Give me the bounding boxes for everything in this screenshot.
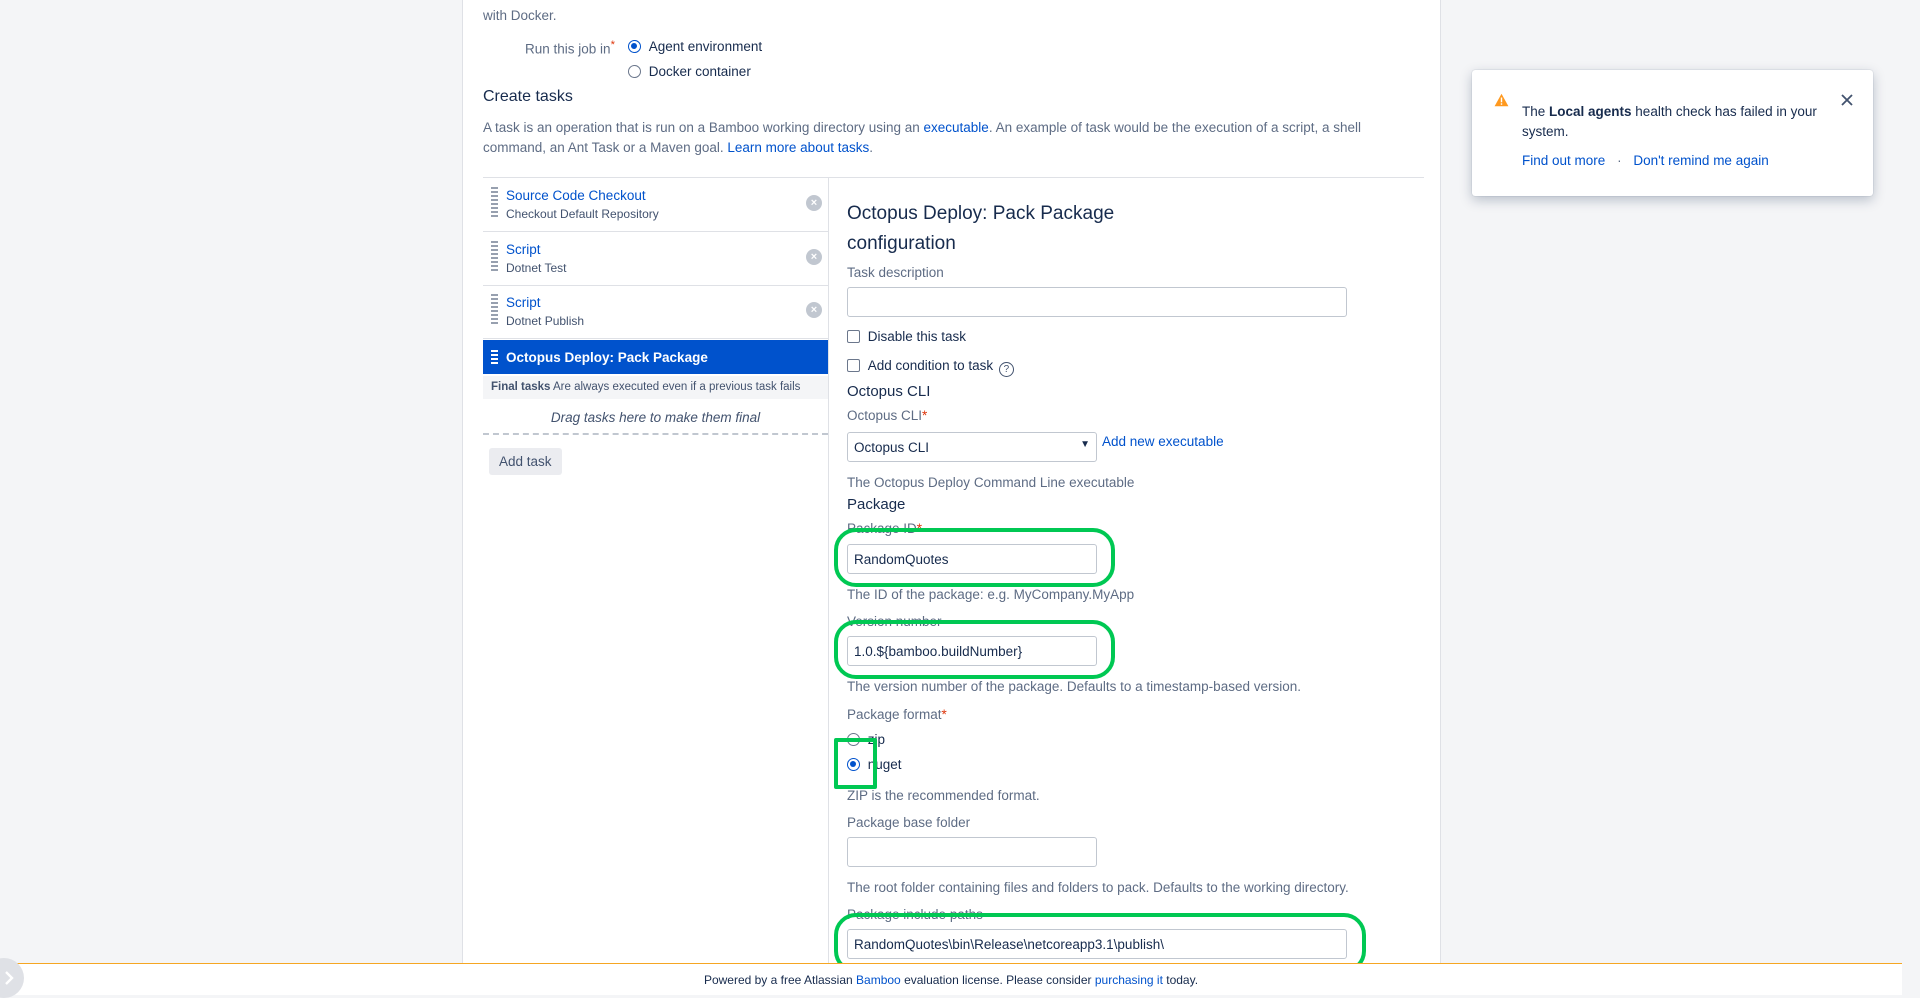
health-check-toast: The Local agents health check has failed… [1472, 70, 1873, 196]
disable-task-label: Disable this task [867, 329, 967, 344]
octopus-cli-label-text: Octopus CLI [847, 408, 923, 423]
toast-text-pre: The [1522, 104, 1550, 119]
chevron-right-icon [5, 971, 14, 985]
docker-note: with Docker. [483, 8, 557, 23]
task-item-script-dotnet-test[interactable]: Script Dotnet Test × [483, 233, 828, 286]
task-subtitle: Dotnet Publish [506, 314, 585, 328]
radio-agent-environment-button[interactable] [628, 40, 641, 53]
final-tasks-desc: Are always executed even if a previous t… [553, 381, 801, 393]
radio-agent-environment-label: Agent environment [648, 39, 763, 54]
toast-actions: Find out more · Don't remind me again [1522, 153, 1769, 168]
octopus-cli-heading: Octopus CLI [847, 383, 931, 400]
add-condition-label: Add condition to task [867, 358, 994, 373]
column-divider [828, 178, 829, 968]
close-icon[interactable] [1841, 94, 1853, 106]
add-task-button[interactable]: Add task [489, 448, 562, 475]
drag-handle-icon[interactable] [491, 294, 498, 324]
package-base-folder-label: Package base folder [847, 815, 971, 830]
package-base-folder-input[interactable] [847, 837, 1097, 867]
bamboo-link[interactable]: Bamboo [856, 973, 901, 987]
disable-task-checkbox-row[interactable]: Disable this task [847, 329, 966, 344]
package-format-label: Package format* [847, 707, 947, 722]
radio-agent-environment[interactable]: Agent environment [628, 39, 762, 54]
chevron-down-icon: ▼ [1080, 439, 1090, 450]
dont-remind-link[interactable]: Don't remind me again [1633, 153, 1768, 168]
run-job-label: Run this job in* [525, 39, 615, 57]
warning-icon [1494, 93, 1509, 107]
radio-docker-container[interactable]: Docker container [628, 64, 751, 79]
create-tasks-description: A task is an operation that is run on a … [483, 118, 1403, 158]
divider [483, 177, 1424, 178]
package-id-help: The ID of the package: e.g. MyCompany.My… [847, 587, 1135, 602]
task-title[interactable]: Script [506, 242, 541, 257]
package-format-help: ZIP is the recommended format. [847, 788, 1040, 803]
package-base-folder-help: The root folder containing files and fol… [847, 880, 1349, 895]
learn-more-tasks-link[interactable]: Learn more about tasks [727, 140, 869, 155]
highlight-package-id [834, 528, 1115, 587]
desc-text-3: . [869, 140, 873, 155]
final-tasks-drop-zone[interactable]: Drag tasks here to make them final [483, 400, 828, 435]
remove-task-icon[interactable]: × [806, 302, 822, 318]
remove-task-icon[interactable]: × [806, 195, 822, 211]
task-title[interactable]: Octopus Deploy: Pack Package [506, 350, 708, 365]
task-item-octopus-pack[interactable]: Octopus Deploy: Pack Package [483, 340, 828, 374]
remove-task-icon[interactable]: × [806, 249, 822, 265]
toast-separator: · [1617, 153, 1622, 168]
footer-text-3: today. [1162, 973, 1199, 987]
task-title[interactable]: Script [506, 295, 541, 310]
task-subtitle: Checkout Default Repository [506, 207, 659, 221]
run-job-label-text: Run this job in [525, 41, 611, 57]
highlight-version-number [834, 620, 1115, 679]
find-out-more-link[interactable]: Find out more [1522, 153, 1605, 168]
desc-text-1: A task is an operation that is run on a … [483, 120, 924, 135]
task-item-script-dotnet-publish[interactable]: Script Dotnet Publish × [483, 286, 828, 339]
package-heading: Package [847, 496, 906, 513]
executable-link[interactable]: executable [924, 120, 989, 135]
required-marker: * [922, 408, 928, 423]
task-title[interactable]: Source Code Checkout [506, 188, 646, 203]
create-tasks-heading: Create tasks [483, 88, 573, 105]
footer-text-2: evaluation license. Please consider [900, 973, 1095, 987]
config-title-line-2: configuration [847, 233, 956, 254]
required-marker: * [941, 707, 947, 722]
octopus-cli-help: The Octopus Deploy Command Line executab… [847, 475, 1135, 490]
help-icon[interactable]: ? [998, 362, 1014, 377]
task-item-source-code-checkout[interactable]: Source Code Checkout Checkout Default Re… [483, 179, 828, 232]
task-description-label: Task description [847, 265, 944, 280]
package-format-label-text: Package format [847, 707, 942, 722]
task-description-input[interactable] [847, 287, 1347, 317]
purchasing-link[interactable]: purchasing it [1095, 973, 1163, 987]
required-marker: * [610, 39, 615, 51]
footer-text-1: Powered by a free Atlassian [703, 973, 857, 987]
version-number-help: The version number of the package. Defau… [847, 679, 1301, 694]
octopus-cli-label: Octopus CLI* [847, 408, 927, 423]
highlight-nuget-radio [834, 738, 877, 789]
add-condition-checkbox[interactable] [847, 359, 860, 372]
config-title-line-1: Octopus Deploy: Pack Package [847, 203, 1115, 224]
drag-handle-icon[interactable] [491, 187, 498, 217]
toast-message: The Local agents health check has failed… [1522, 102, 1822, 142]
radio-docker-container-label: Docker container [648, 64, 751, 79]
final-tasks-header: Final tasks Are always executed even if … [483, 376, 828, 399]
main-content: with Docker. Run this job in* Agent envi… [462, 0, 1441, 973]
drag-handle-icon[interactable] [491, 241, 498, 271]
add-condition-checkbox-row[interactable]: Add condition to task ? [847, 358, 1014, 377]
octopus-cli-select[interactable]: Octopus CLI ▼ [847, 432, 1097, 462]
add-new-executable-link[interactable]: Add new executable [1102, 434, 1224, 449]
disable-task-checkbox[interactable] [847, 330, 860, 343]
octopus-cli-selected-value: Octopus CLI [854, 440, 930, 455]
final-tasks-label: Final tasks [491, 381, 551, 393]
config-title: Octopus Deploy: Pack Package configurati… [847, 199, 1114, 259]
radio-docker-container-button[interactable] [628, 65, 641, 78]
footer-license-banner: Powered by a free Atlassian Bamboo evalu… [0, 963, 1902, 995]
toast-text-bold: Local agents [1549, 104, 1632, 119]
task-subtitle: Dotnet Test [506, 261, 567, 275]
drag-handle-icon[interactable] [491, 350, 498, 364]
